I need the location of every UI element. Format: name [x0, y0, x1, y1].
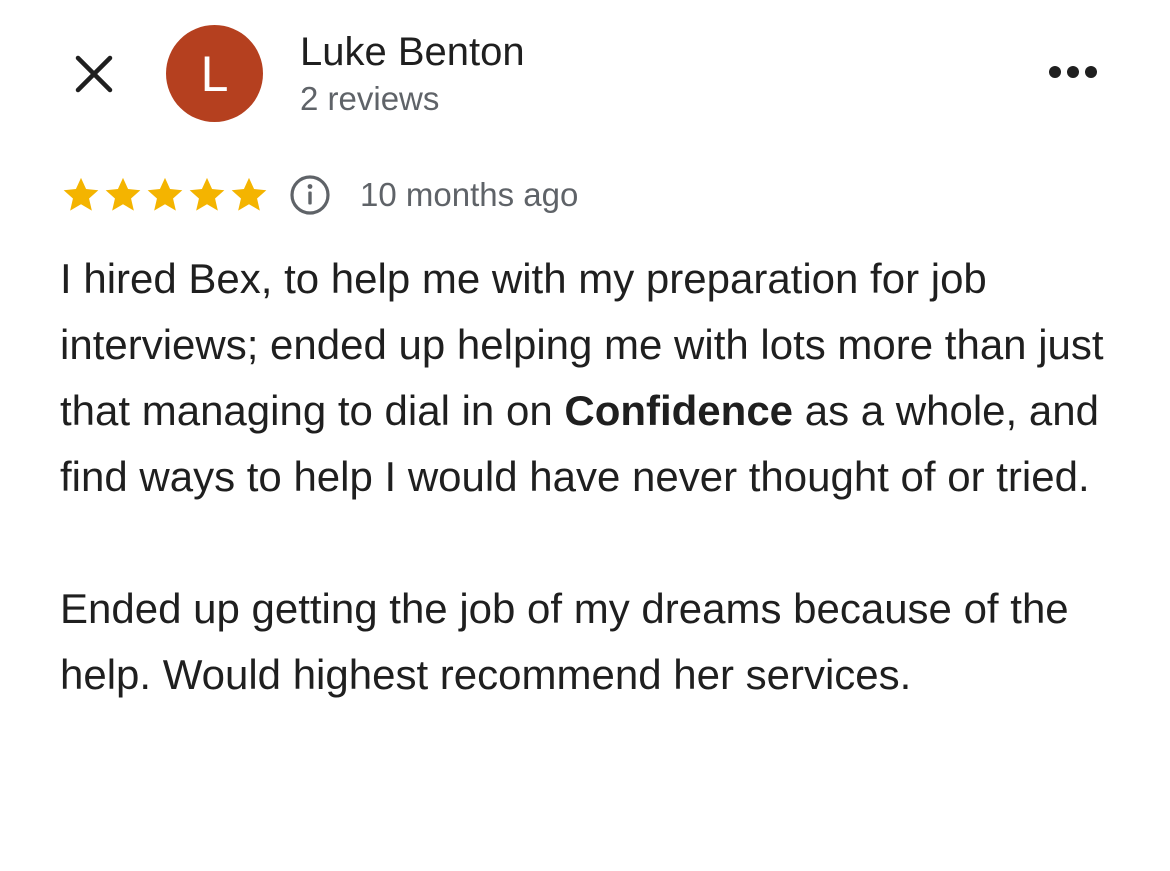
- star-icon: [63, 177, 99, 211]
- review-time: 10 months ago: [360, 176, 579, 213]
- star-icon: [105, 177, 141, 211]
- rating-row: 10 months ago: [60, 172, 578, 218]
- more-options-button[interactable]: [1040, 52, 1106, 92]
- review-text: I hired Bex, to help me with my preparat…: [60, 246, 1120, 708]
- review-paragraph: Ended up getting the job of my dreams be…: [60, 585, 1069, 698]
- star-icon: [231, 177, 267, 211]
- close-button[interactable]: [66, 46, 122, 102]
- star-icon: [147, 177, 183, 211]
- avatar-letter: L: [200, 45, 229, 102]
- star-rating: [60, 174, 270, 216]
- info-icon[interactable]: [288, 173, 332, 217]
- review-bold-word: Confidence: [564, 387, 794, 434]
- review-paragraph: I hired Bex, to help me with my preparat…: [60, 246, 1120, 510]
- author-reviews-count: 2 reviews: [300, 80, 440, 117]
- more-horizontal-icon: [1049, 66, 1097, 78]
- star-icon: [189, 177, 225, 211]
- author-name[interactable]: Luke Benton: [300, 28, 525, 76]
- close-icon: [75, 55, 113, 93]
- avatar[interactable]: L: [166, 25, 263, 122]
